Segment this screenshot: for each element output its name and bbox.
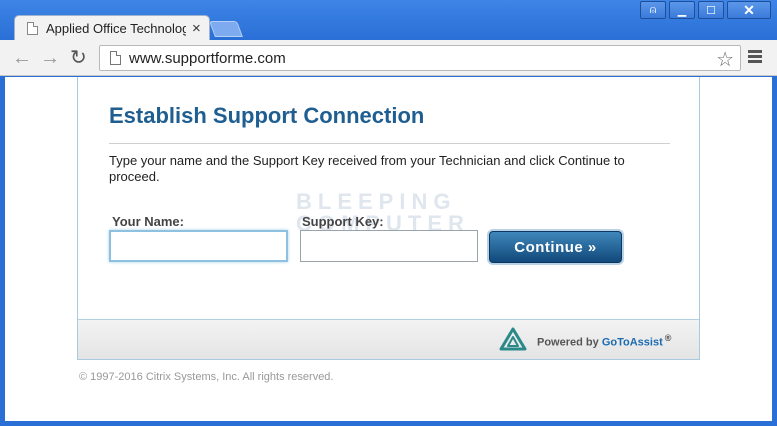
instructions-text: Type your name and the Support Key recei… (109, 153, 625, 184)
tab-close-icon[interactable]: × (192, 21, 201, 36)
your-name-label: Your Name: (112, 214, 184, 229)
gotoassist-logo-icon (499, 327, 527, 351)
watermark-line-1: BLEEPING (296, 189, 457, 214)
new-tab-button[interactable] (209, 21, 243, 37)
browser-toolbar: ← → ↻ www.supportforme.com ☆ (0, 40, 777, 76)
support-connection-panel: Establish Support Connection Type your n… (77, 77, 700, 360)
document-icon (27, 22, 38, 35)
support-key-label: Support Key: (302, 214, 384, 229)
back-arrow-icon[interactable]: ← (12, 47, 32, 69)
user-icon[interactable]: ⍝ (640, 1, 666, 19)
gotoassist-brand: GoToAssist (601, 336, 663, 349)
close-icon[interactable]: ✕ (727, 1, 771, 19)
continue-button[interactable]: Continue » (489, 231, 622, 263)
support-key-input[interactable] (300, 230, 478, 262)
address-bar[interactable]: www.supportforme.com ☆ (99, 45, 741, 71)
tab-title: Applied Office Technology (46, 21, 186, 36)
powered-by-label: Powered by (537, 336, 599, 349)
page-title: Establish Support Connection (109, 103, 425, 128)
window-titlebar: Applied Office Technology × ⍝ ▁ ☐ ✕ (0, 0, 777, 41)
forward-arrow-icon[interactable]: → (40, 47, 60, 69)
page-icon (110, 51, 121, 65)
browser-menu-icon[interactable] (748, 50, 762, 65)
panel-footer: Powered by GoToAssist ® (78, 319, 699, 359)
title-divider (109, 143, 670, 144)
registered-mark: ® (664, 333, 672, 343)
reload-icon[interactable]: ↻ (70, 47, 87, 69)
copyright-text: © 1997-2016 Citrix Systems, Inc. All rig… (79, 371, 334, 383)
your-name-input[interactable] (109, 230, 288, 262)
browser-tab[interactable]: Applied Office Technology × (14, 15, 210, 41)
window-controls: ⍝ ▁ ☐ ✕ (637, 1, 771, 19)
page-viewport: Establish Support Connection Type your n… (5, 77, 772, 421)
bookmark-star-icon[interactable]: ☆ (716, 47, 734, 72)
minimize-icon[interactable]: ▁ (669, 1, 695, 19)
powered-by-text: Powered by GoToAssist ® (537, 333, 671, 349)
url-text[interactable]: www.supportforme.com (129, 50, 286, 67)
maximize-icon[interactable]: ☐ (698, 1, 724, 19)
